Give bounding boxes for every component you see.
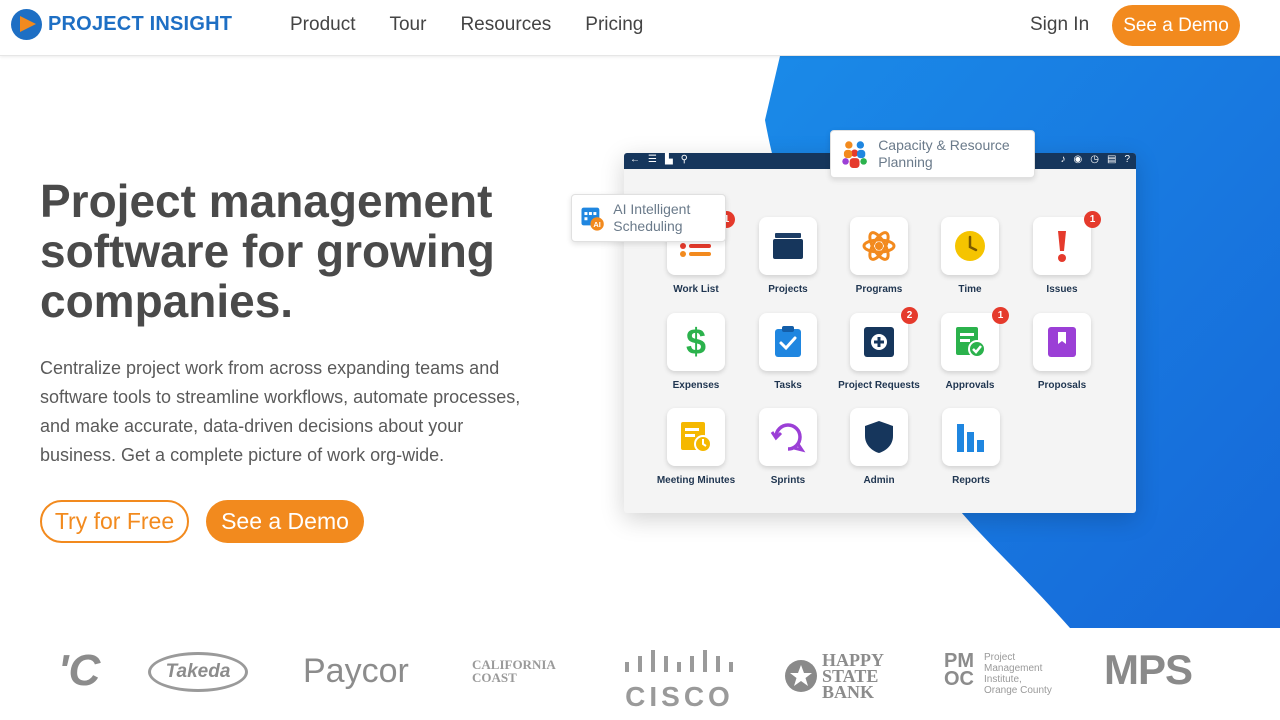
brand-name: PROJECT INSIGHT <box>48 13 233 35</box>
dollar-icon: $ <box>685 321 707 362</box>
logo-mps: MPS <box>1104 646 1193 693</box>
tile-admin[interactable]: Admin <box>834 408 924 486</box>
tile-label: Approvals <box>945 380 995 391</box>
pmi-mark-icon: PM OC <box>944 650 974 690</box>
tile-label: Project Requests <box>838 380 920 391</box>
tile-label: Projects <box>768 284 808 295</box>
folder-icon <box>773 233 803 259</box>
pmi-line: Management <box>984 663 1043 674</box>
nav-product[interactable]: Product <box>290 14 355 36</box>
logo-happy-text: HAPPY STATE BANK <box>822 650 884 702</box>
back-arrow-icon: ← <box>630 154 640 165</box>
sign-in-link[interactable]: Sign In <box>1030 14 1089 36</box>
tile-label: Meeting Minutes <box>656 475 736 486</box>
issues-badge: 1 <box>1084 211 1101 228</box>
pmi-text: Project Management Institute, Orange Cou… <box>984 652 1052 696</box>
pmi-line: Institute, <box>984 674 1022 685</box>
help-icon: ? <box>1124 154 1130 165</box>
tile-label: Tasks <box>774 380 802 391</box>
tile-reports[interactable]: Reports <box>926 408 1016 486</box>
shield-icon <box>865 421 893 453</box>
logo-pmi-orange-county: PM OC Project Management Institute, Orang… <box>944 650 1052 696</box>
hero-title: Project management software for growing … <box>40 175 495 327</box>
tile-label: Admin <box>863 475 895 486</box>
tile-proposals[interactable]: Proposals <box>1017 313 1107 391</box>
ai-scheduling-text: AI Intelligent Scheduling <box>613 201 691 234</box>
tile-meeting-minutes[interactable]: Meeting Minutes <box>651 408 741 486</box>
logo-cisco-text: CISCO <box>625 681 734 712</box>
tile-sprints[interactable]: Sprints <box>743 408 833 486</box>
hero-description: Centralize project work from across expa… <box>40 358 521 465</box>
minutes-doc-icon <box>681 422 712 453</box>
tile-project-requests[interactable]: 2 Project Requests <box>834 307 924 391</box>
ai-calendar-icon: AI <box>581 207 604 231</box>
logo-takeda: Takeda <box>148 652 248 692</box>
logo-takeda-text: Takeda <box>165 661 231 682</box>
play-logo-icon <box>11 9 42 40</box>
tile-approvals[interactable]: 1 Approvals <box>925 307 1015 391</box>
approvals-badge: 1 <box>992 307 1009 324</box>
sprint-cycle-icon <box>770 423 806 453</box>
logo-partial-c: 'C <box>58 646 101 695</box>
pmi-line: Project <box>984 652 1016 663</box>
try-for-free-button[interactable]: Try for Free <box>40 500 189 543</box>
plus-box-icon <box>864 327 894 357</box>
logo-california-coast: CALIFORNIA COAST <box>472 657 556 685</box>
tile-tasks[interactable]: Tasks <box>743 313 833 391</box>
pmi-line: Orange County <box>984 685 1052 696</box>
tile-label: Reports <box>952 475 990 486</box>
atom-icon <box>862 231 896 261</box>
tile-label: Work List <box>673 284 719 295</box>
tile-programs[interactable]: Programs <box>834 217 924 295</box>
site-header: PROJECT INSIGHT Product Tour Resources P… <box>0 0 1280 56</box>
tile-label: Proposals <box>1037 380 1087 391</box>
exclamation-icon <box>1058 231 1066 262</box>
cisco-bars-icon <box>625 650 733 672</box>
capacity-planning-callout: Capacity & Resource Planning <box>830 130 1035 178</box>
print-icon: ▤ <box>1106 154 1117 165</box>
logo-happy-state-bank: HAPPY STATE BANK <box>784 650 902 702</box>
hero-see-demo-button[interactable]: See a Demo <box>206 500 364 543</box>
star-seal-icon <box>785 660 817 692</box>
bar-chart-icon <box>957 424 984 452</box>
menu-icon: ☰ <box>648 154 657 165</box>
clipboard-check-icon <box>775 326 801 357</box>
nav-resources[interactable]: Resources <box>460 14 551 36</box>
project-requests-badge: 2 <box>901 307 918 324</box>
capacity-planning-text: Capacity & Resource Planning <box>878 137 1010 170</box>
tile-label: Time <box>958 284 982 295</box>
header-see-demo-button[interactable]: See a Demo <box>1112 5 1240 46</box>
user-icon: ◉ <box>1073 154 1083 165</box>
bookmark-icon <box>1048 327 1076 357</box>
bell-icon: ♪ <box>1060 154 1066 165</box>
nav-pricing[interactable]: Pricing <box>585 14 643 36</box>
approval-doc-icon <box>956 327 986 358</box>
tile-label: Sprints <box>770 475 806 486</box>
tile-issues[interactable]: 1 Issues <box>1017 211 1107 295</box>
tile-label: Issues <box>1046 284 1078 295</box>
clock-icon <box>955 231 985 261</box>
tile-label: Expenses <box>672 380 720 391</box>
chart-icon: ▙ <box>664 154 673 165</box>
tile-time[interactable]: Time <box>925 217 1015 295</box>
timer-icon: ◷ <box>1090 154 1099 165</box>
brand-logo[interactable]: PROJECT INSIGHT <box>11 9 232 40</box>
logo-cisco: CISCO <box>622 648 737 711</box>
people-group-icon <box>842 141 867 168</box>
tile-label: Programs <box>855 284 903 295</box>
svg-text:AI: AI <box>593 220 600 229</box>
nav-tour[interactable]: Tour <box>389 14 426 36</box>
main-nav: Product Tour Resources Pricing <box>290 14 643 36</box>
tile-expenses[interactable]: $ Expenses <box>651 313 741 391</box>
ai-scheduling-callout: AI AI Intelligent Scheduling <box>571 194 726 242</box>
logo-paycor: Paycor <box>303 652 409 690</box>
customer-logos-strip: 'C Takeda Paycor CALIFORNIA COAST CISCO … <box>0 628 1280 720</box>
search-icon: ⚲ <box>680 154 688 165</box>
tile-projects[interactable]: Projects <box>743 217 833 295</box>
